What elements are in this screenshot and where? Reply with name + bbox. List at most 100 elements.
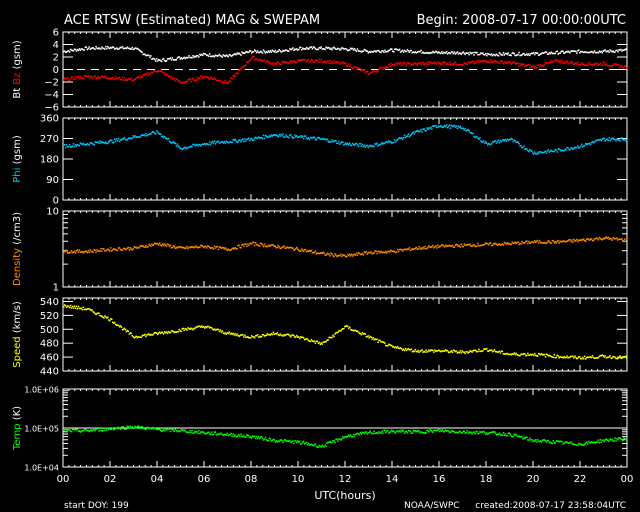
data-point-bz [229,80,231,83]
data-point-phi [523,145,525,147]
data-point-bt [68,51,71,53]
data-point-phi [577,145,579,147]
data-point-speed [282,335,284,337]
data-point-bt [273,51,276,53]
data-point-speed [414,348,417,351]
data-point-speed [552,356,555,359]
data-point-phi [619,140,621,142]
data-point-phi [68,143,71,146]
data-point-speed [74,307,77,310]
data-point-phi [213,140,216,142]
data-point-temp [352,433,355,436]
data-point-temp [439,430,441,433]
data-point-speed [253,337,256,339]
data-point-bz [306,60,309,62]
data-point-speed [296,334,298,337]
data-point-bt [401,49,404,52]
data-point-temp [255,435,258,438]
data-point-temp [586,443,589,445]
data-point-temp [360,433,363,435]
data-point-temp [484,431,486,434]
data-point-density [356,254,359,256]
data-point-phi [600,139,603,142]
data-point-bt [452,52,455,55]
data-point-temp [405,430,408,433]
data-point-bt [221,56,224,58]
data-point-phi [330,141,332,143]
data-point-temp [104,429,106,432]
data-point-bz [621,64,623,67]
data-point-temp [504,433,507,435]
data-point-temp [369,430,371,433]
y-tick-label: −6 [44,103,59,114]
data-point-temp [122,426,125,428]
data-point-bz [543,64,546,66]
data-point-phi [118,140,121,143]
data-point-temp [438,428,440,431]
data-point-bz [263,59,266,61]
data-point-bz [118,76,121,79]
data-point-bz [412,63,415,66]
data-point-temp [264,436,267,439]
data-point-temp [263,438,266,441]
data-point-bt [517,53,519,56]
data-point-temp [509,433,511,436]
data-point-density [103,248,105,250]
data-point-bt [410,49,413,52]
data-point-temp [353,435,356,438]
data-point-bt [462,51,464,53]
data-point-bt [485,52,487,55]
data-point-temp [214,431,217,433]
data-point-phi [462,127,464,130]
data-point-temp [349,434,352,436]
data-point-bz [448,61,451,63]
data-point-density [87,249,89,252]
data-point-density [453,246,456,248]
data-point-phi [567,147,569,149]
data-point-bz [534,65,537,67]
data-point-bz [111,76,114,79]
y-tick-label: 270 [40,134,59,145]
data-point-temp [399,431,402,433]
data-point-density [476,245,478,247]
data-point-bt [402,51,405,53]
data-point-phi [207,143,210,146]
y-label-part: Temp [12,423,23,451]
data-point-bt [597,51,600,54]
data-point-temp [532,440,534,443]
y-axis-label-mag: Bt Bz (gsm) [12,40,23,98]
data-point-phi [406,135,409,137]
data-point-temp [570,441,572,443]
y-axis-label-temp: Temp (K) [12,406,23,451]
data-point-speed [404,347,407,350]
data-point-speed [298,337,301,340]
data-point-density [366,253,369,255]
data-point-phi [449,127,452,130]
data-point-speed [109,319,111,322]
data-point-density [132,248,135,250]
data-point-density [351,255,354,257]
data-point-bz [436,63,438,65]
data-point-speed [204,327,206,329]
data-point-bt [451,51,454,53]
data-point-phi [65,143,68,146]
data-point-temp [133,427,135,429]
y-label-part: Speed [12,336,23,367]
data-point-bz [477,61,479,63]
data-point-speed [446,349,449,352]
data-point-phi [175,145,178,147]
data-point-bt [467,52,469,54]
data-point-phi [457,125,460,127]
data-point-bz [387,66,389,69]
data-point-density [162,244,165,247]
data-point-bz [163,74,166,76]
data-point-bt [75,50,78,52]
data-point-phi [210,142,213,144]
data-point-density [253,244,256,247]
data-point-bz [320,58,323,61]
data-point-phi [579,146,581,149]
data-point-speed [450,350,453,352]
data-point-bz [82,77,85,79]
data-point-phi [580,145,582,147]
data-point-speed [367,335,370,337]
